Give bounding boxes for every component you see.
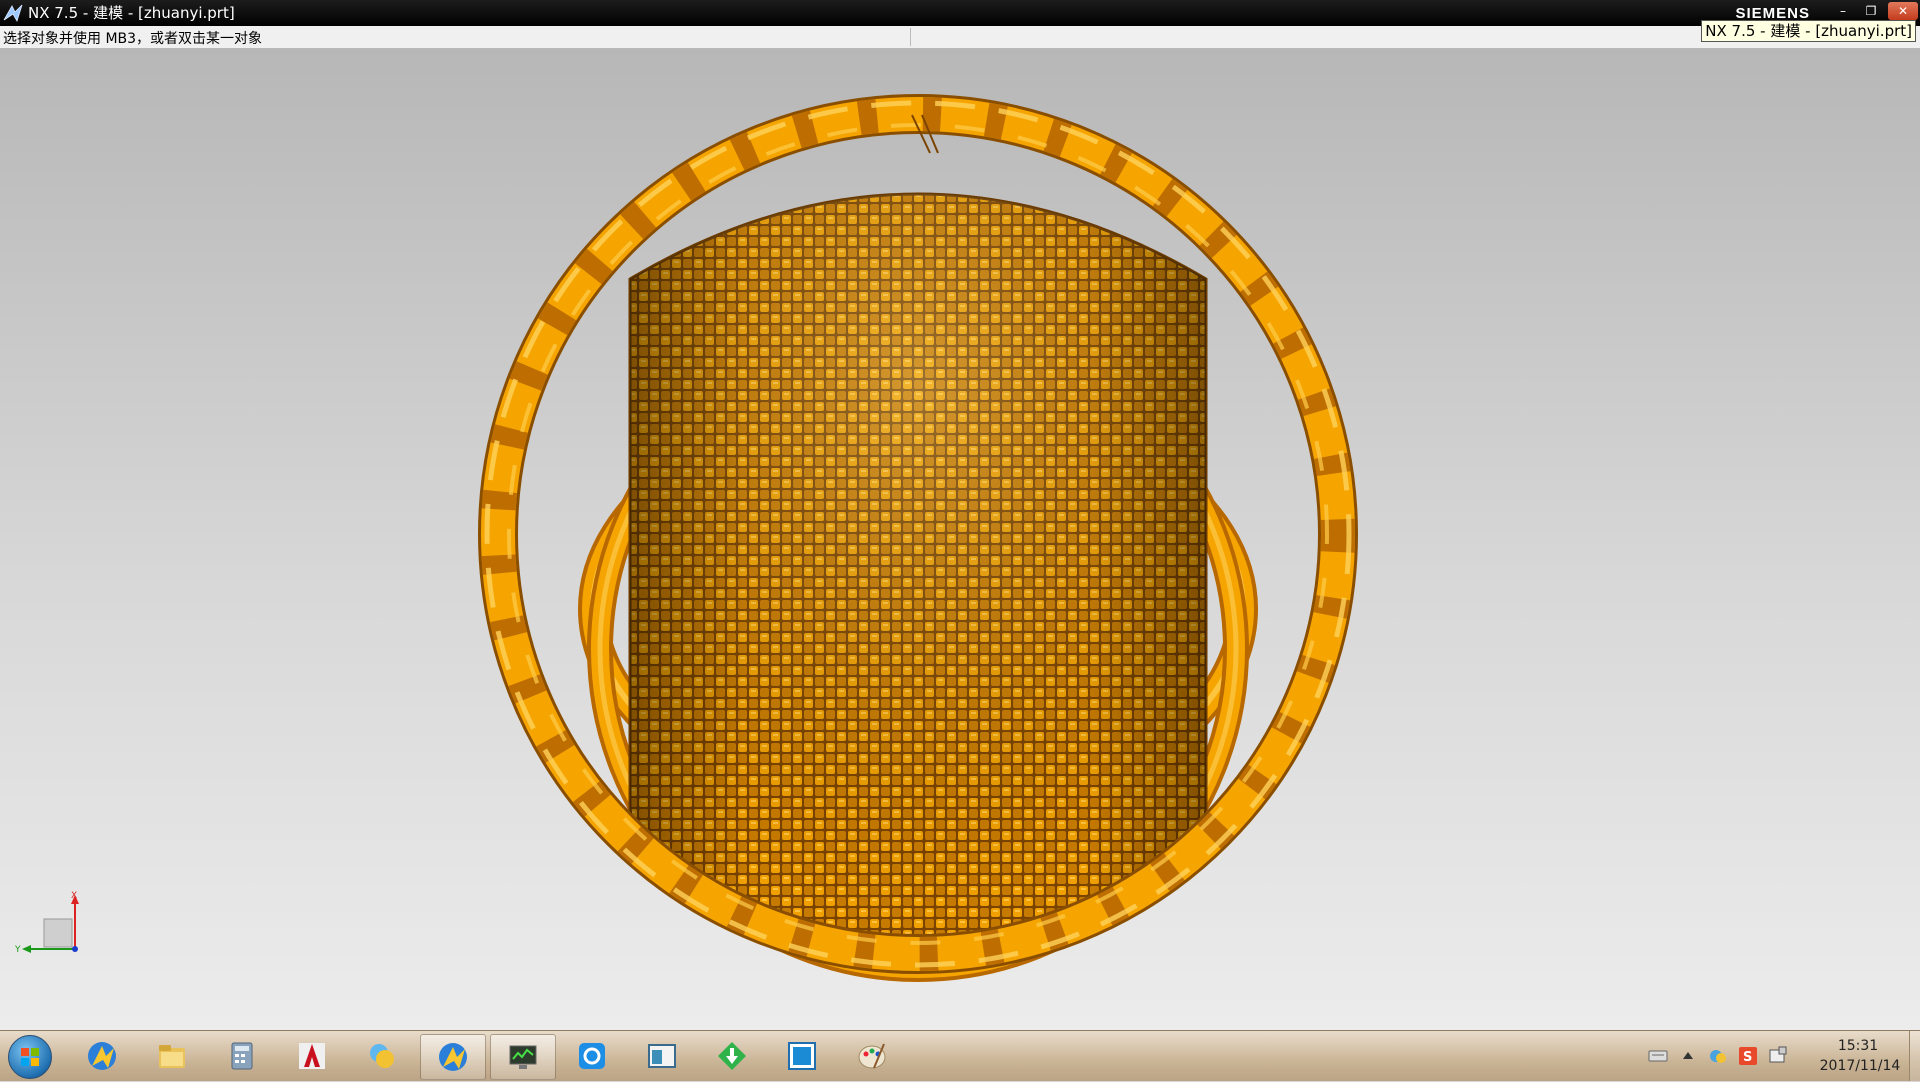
title-tooltip: NX 7.5 - 建模 - [zhuanyi.prt]	[1701, 20, 1916, 42]
tray-expand-icon[interactable]	[1678, 1046, 1698, 1066]
calculator-icon	[231, 1042, 253, 1070]
taskbar-autocad[interactable]	[280, 1034, 344, 1078]
close-button[interactable]: ✕	[1888, 2, 1918, 20]
autocad-mechanical-icon	[299, 1043, 325, 1069]
taskbar-paint[interactable]	[840, 1034, 904, 1078]
action-center-icon[interactable]	[1768, 1046, 1788, 1066]
minimize-button[interactable]: –	[1830, 2, 1856, 20]
graphics-viewport[interactable]: X Y	[0, 49, 1920, 1030]
status-divider	[910, 28, 911, 46]
network-icon[interactable]	[1708, 1046, 1728, 1066]
window-title: NX 7.5 - 建模 - [zhuanyi.prt]	[28, 4, 235, 22]
taskbar-qq[interactable]	[560, 1034, 624, 1078]
triad-y-label: Y	[14, 945, 21, 955]
nx-app-icon	[88, 1042, 116, 1070]
show-desktop-button[interactable]	[1909, 1031, 1920, 1081]
window-app-icon	[648, 1044, 676, 1068]
paint-palette-icon	[858, 1043, 886, 1069]
title-bar[interactable]: NX 7.5 - 建模 - [zhuanyi.prt] SIEMENS – ❐ …	[0, 0, 1920, 26]
taskbar-calculator[interactable]	[210, 1034, 274, 1078]
taskbar-download[interactable]	[700, 1034, 764, 1078]
wcs-triad: X Y	[14, 891, 79, 955]
triad-x-label: X	[71, 891, 77, 901]
explorer-folder-icon	[159, 1045, 185, 1068]
download-arrow-icon	[718, 1042, 746, 1070]
woven-basket-body	[628, 192, 1208, 957]
taskbar-blue-app[interactable]	[770, 1034, 834, 1078]
taskbar-nx-pinned[interactable]	[70, 1034, 134, 1078]
svg-text:S: S	[1743, 1050, 1752, 1065]
nx-app-icon	[439, 1043, 467, 1071]
maximize-button[interactable]: ❐	[1858, 2, 1884, 20]
nx-logo-icon	[3, 4, 23, 22]
monitor-app-icon	[509, 1045, 537, 1069]
qq-icon	[579, 1043, 605, 1069]
taskbar-messenger[interactable]	[350, 1034, 414, 1078]
basket-model[interactable]	[0, 49, 1920, 1030]
windows-logo-icon	[21, 1048, 39, 1066]
messenger-icon	[370, 1044, 394, 1068]
clock-time[interactable]: 15:31	[1818, 1037, 1898, 1055]
cue-prompt: 选择对象并使用 MB3，或者双击某一对象	[3, 31, 263, 47]
taskbar-nx-running[interactable]	[420, 1034, 486, 1080]
taskbar: S 15:31 2017/11/14	[0, 1030, 1920, 1081]
start-button[interactable]	[8, 1035, 52, 1079]
sogou-s-icon[interactable]: S	[1738, 1046, 1758, 1066]
keyboard-icon[interactable]	[1648, 1046, 1668, 1066]
taskbar-monitor-app[interactable]	[490, 1034, 556, 1080]
cue-line: 选择对象并使用 MB3，或者双击某一对象	[0, 26, 1920, 49]
taskbar-window-app[interactable]	[630, 1034, 694, 1078]
blue-square-app-icon	[788, 1042, 816, 1070]
taskbar-explorer[interactable]	[140, 1034, 204, 1078]
clock-date[interactable]: 2017/11/14	[1812, 1057, 1908, 1075]
